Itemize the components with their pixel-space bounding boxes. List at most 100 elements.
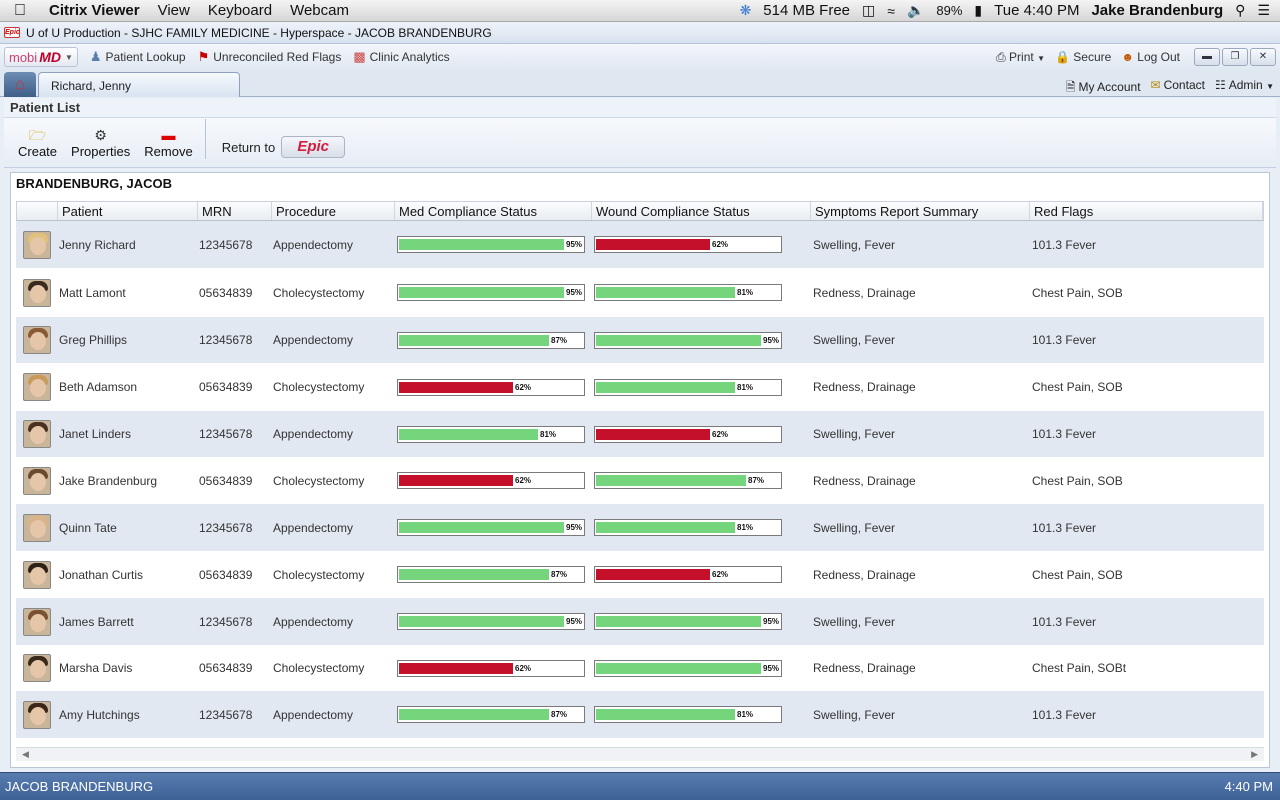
- table-row[interactable]: Jonathan Curtis 05634839 Cholecystectomy 87…: [16, 551, 1264, 598]
- avatar[interactable]: [22, 230, 51, 259]
- med-compliance-percent: 87%: [551, 335, 568, 345]
- menu-webcam[interactable]: Webcam: [281, 2, 358, 19]
- volume-icon[interactable]: 🔈: [907, 2, 924, 19]
- remove-button[interactable]: ▬ Remove: [144, 126, 192, 159]
- patient-name[interactable]: Amy Hutchings: [57, 708, 197, 722]
- properties-button[interactable]: ⚙ Properties: [71, 126, 130, 159]
- med-compliance-percent: 87%: [551, 710, 568, 719]
- avatar[interactable]: [22, 513, 51, 542]
- med-compliance-bar: 81%: [397, 425, 585, 443]
- table-row[interactable]: Greg Phillips 12345678 Appendectomy 87% 95% S…: [16, 317, 1264, 363]
- column-header-patient[interactable]: Patient: [58, 202, 198, 220]
- table-row[interactable]: Jenny Richard 12345678 Appendectomy 95% 62% S…: [16, 221, 1264, 268]
- table-row[interactable]: Quinn Tate 12345678 Appendectomy 95% 81% Swel…: [16, 504, 1264, 551]
- patient-lookup-button[interactable]: ♟ Patient Lookup: [90, 49, 186, 65]
- med-compliance-bar: 87%: [397, 331, 585, 349]
- wound-compliance-bar: 81%: [594, 378, 782, 396]
- patient-name[interactable]: Janet Linders: [57, 427, 197, 441]
- scroll-right-icon[interactable]: ▶: [1251, 749, 1258, 760]
- patient-name[interactable]: James Barrett: [57, 615, 197, 629]
- med-compliance-percent: 87%: [551, 570, 568, 579]
- battery-icon[interactable]: ▮: [974, 2, 982, 19]
- symptoms-summary: Swelling, Fever: [813, 427, 896, 441]
- secure-button[interactable]: 🔒 Secure: [1055, 50, 1111, 64]
- create-label: Create: [18, 144, 58, 159]
- wound-compliance-percent: 87%: [748, 476, 765, 485]
- notification-list-icon[interactable]: ☰: [1257, 2, 1270, 19]
- table-row[interactable]: Marsha Davis 05634839 Cholecystectomy 62% 95…: [16, 645, 1264, 691]
- current-user[interactable]: Jake Brandenburg: [1091, 2, 1223, 19]
- column-header-red-flags[interactable]: Red Flags: [1030, 202, 1263, 220]
- wound-compliance-fill: [596, 287, 735, 298]
- close-button[interactable]: ✕: [1250, 48, 1276, 66]
- apple-icon[interactable]: : [0, 2, 40, 20]
- clock[interactable]: Tue 4:40 PM: [994, 2, 1079, 19]
- patient-name[interactable]: Marsha Davis: [57, 661, 197, 675]
- avatar[interactable]: [22, 420, 51, 448]
- return-to-epic-button[interactable]: Epic: [281, 136, 346, 158]
- print-button[interactable]: ⎙ Print ▼: [996, 50, 1045, 65]
- table-row[interactable]: Amy Hutchings 12345678 Appendectomy 87% 81% S…: [16, 691, 1264, 738]
- avatar[interactable]: [22, 607, 51, 636]
- column-header-procedure[interactable]: Procedure: [272, 202, 395, 220]
- table-row[interactable]: Janet Linders 12345678 Appendectomy 81% 62% S…: [16, 411, 1264, 457]
- admin-menu[interactable]: ☷ Admin ▼: [1215, 78, 1274, 99]
- column-header-med-compliance[interactable]: Med Compliance Status: [395, 202, 592, 220]
- horizontal-scrollbar[interactable]: ◀ ▶: [16, 747, 1264, 761]
- patient-name[interactable]: Greg Phillips: [57, 333, 197, 347]
- patient-procedure: Cholecystectomy: [273, 380, 365, 394]
- scroll-left-icon[interactable]: ◀: [22, 749, 29, 760]
- column-header-avatar[interactable]: [17, 202, 58, 220]
- clinic-analytics-button[interactable]: ▩ Clinic Analytics: [353, 49, 449, 65]
- patient-name[interactable]: Jenny Richard: [57, 238, 197, 252]
- wound-compliance-bar: 62%: [594, 236, 782, 253]
- my-account-label: My Account: [1078, 80, 1141, 94]
- column-header-wound-compliance[interactable]: Wound Compliance Status: [592, 202, 811, 220]
- minimize-button[interactable]: ▬: [1194, 48, 1220, 66]
- avatar-face: [29, 426, 46, 444]
- menu-view[interactable]: View: [149, 2, 199, 19]
- menu-app-name[interactable]: Citrix Viewer: [40, 2, 149, 19]
- table-row[interactable]: Matt Lamont 05634839 Cholecystectomy 95% 81%…: [16, 268, 1264, 317]
- patient-name[interactable]: Beth Adamson: [57, 380, 197, 394]
- mobimd-menu-button[interactable]: mobi MD ▼: [4, 47, 78, 67]
- avatar[interactable]: [22, 326, 51, 354]
- table-row[interactable]: James Barrett 12345678 Appendectomy 95% 95% S…: [16, 598, 1264, 645]
- unreconciled-red-flags-button[interactable]: ⚑ Unreconciled Red Flags: [198, 49, 342, 65]
- battery-percent[interactable]: 89%: [936, 3, 962, 18]
- med-compliance-percent: 95%: [566, 240, 583, 249]
- my-account-link[interactable]: 🗎 My Account: [1066, 78, 1141, 99]
- table-row[interactable]: Jake Brandenburg 05634839 Cholecystectomy 6…: [16, 457, 1264, 504]
- avatar[interactable]: [22, 700, 51, 729]
- home-tab[interactable]: ⌂: [4, 72, 36, 97]
- contact-link[interactable]: ✉ Contact: [1151, 78, 1205, 99]
- memory-icon[interactable]: ❋: [740, 2, 752, 19]
- patient-tab[interactable]: Richard, Jenny: [38, 72, 240, 97]
- wifi-icon[interactable]: ≈: [887, 3, 895, 19]
- list-owner-heading: BRANDENBURG, JACOB: [16, 176, 173, 191]
- patient-name[interactable]: Quinn Tate: [57, 521, 197, 535]
- med-compliance-fill: [399, 428, 538, 440]
- restore-button[interactable]: ❐: [1222, 48, 1248, 66]
- logout-button[interactable]: ☻ Log Out: [1121, 50, 1180, 64]
- spotlight-search-icon[interactable]: ⚲: [1235, 2, 1245, 19]
- patient-name[interactable]: Jake Brandenburg: [57, 474, 197, 488]
- minus-icon: ▬: [161, 127, 176, 143]
- column-header-mrn[interactable]: MRN: [198, 202, 272, 220]
- column-header-symptoms[interactable]: Symptoms Report Summary: [811, 202, 1030, 220]
- table-row[interactable]: Beth Adamson 05634839 Cholecystectomy 62% 81…: [16, 363, 1264, 411]
- avatar[interactable]: [22, 278, 51, 307]
- avatar[interactable]: [22, 560, 51, 589]
- patient-name[interactable]: Jonathan Curtis: [57, 568, 197, 582]
- wound-compliance-cell: 81%: [591, 519, 810, 536]
- patient-name[interactable]: Matt Lamont: [57, 286, 197, 300]
- avatar[interactable]: [22, 654, 51, 682]
- med-compliance-percent: 81%: [540, 429, 557, 439]
- avatar[interactable]: [22, 373, 51, 401]
- admin-label: Admin: [1228, 78, 1263, 92]
- create-button[interactable]: 🗁 Create: [18, 126, 57, 159]
- memory-free[interactable]: 514 MB Free: [763, 2, 850, 19]
- avatar[interactable]: [22, 466, 51, 495]
- menu-keyboard[interactable]: Keyboard: [199, 2, 281, 19]
- sync-icon[interactable]: ◫: [862, 2, 875, 19]
